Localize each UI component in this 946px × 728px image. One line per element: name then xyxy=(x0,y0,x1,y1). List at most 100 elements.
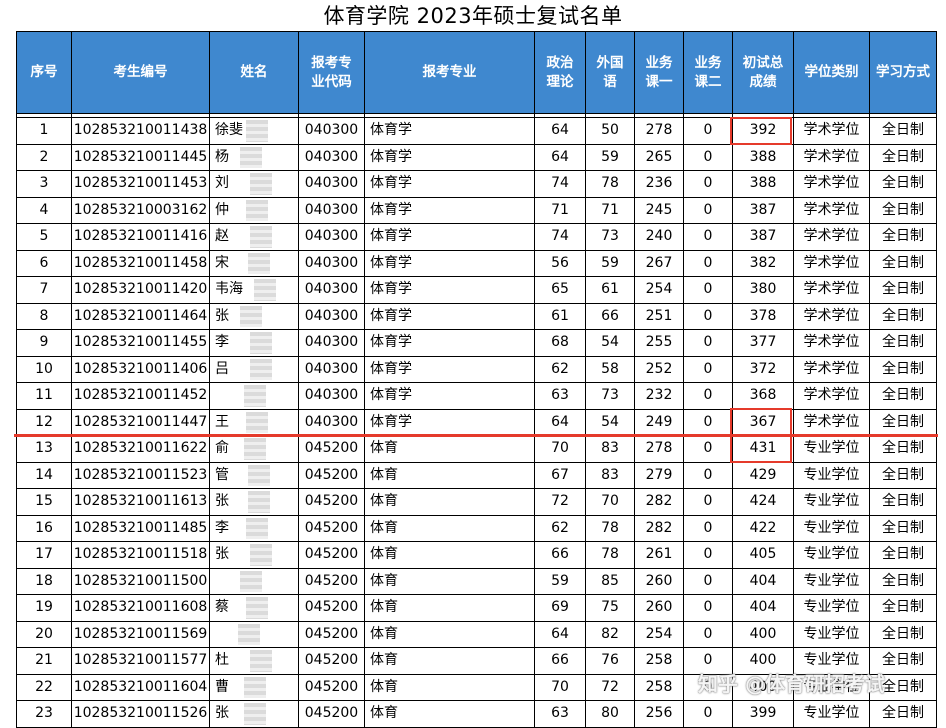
name-text: 李 xyxy=(215,334,229,351)
table-cell: 13 xyxy=(16,435,72,463)
table-cell: 体育学 xyxy=(364,223,535,251)
table-cell: 管 xyxy=(209,461,299,489)
table-cell: 全日制 xyxy=(869,276,937,304)
table-cell: 0 xyxy=(683,302,733,330)
table-cell: 体育学 xyxy=(364,302,535,330)
table-cell: 72 xyxy=(534,488,586,516)
table-cell: 102853210011445 xyxy=(71,143,210,171)
table-cell: 19 xyxy=(16,594,72,622)
table-cell: 102853210011526 xyxy=(71,700,210,728)
table-cell: 0 xyxy=(683,514,733,542)
table-cell: 50 xyxy=(585,117,635,145)
table-cell: 体育 xyxy=(364,700,535,728)
table-cell: 76 xyxy=(585,647,635,675)
section-divider-line xyxy=(14,433,938,437)
table-cell: 102853210011416 xyxy=(71,223,210,251)
table-cell: 专业学位 xyxy=(793,541,870,569)
table-cell: 体育 xyxy=(364,567,535,595)
table-cell: 3 xyxy=(16,170,72,198)
table-cell: 392 xyxy=(732,117,794,145)
column-header-text: 语 xyxy=(603,73,617,90)
table-cell: 102853210011500 xyxy=(71,567,210,595)
table-cell: 4 xyxy=(16,196,72,224)
table-cell: 仲 xyxy=(209,196,299,224)
table-row: 1 102853210011438 徐斐 040300 体育学 64 50 278 0 392 学术… xyxy=(16,117,937,145)
column-header-text: 政治 xyxy=(546,54,574,71)
table-cell: 体育学 xyxy=(364,249,535,277)
table-cell: 蔡 xyxy=(209,594,299,622)
table-cell: 刘 xyxy=(209,170,299,198)
table-cell: 0 xyxy=(683,382,733,410)
table-cell: 8 xyxy=(16,302,72,330)
name-text: 张 xyxy=(215,307,229,324)
column-header-text: 初试总 xyxy=(742,54,784,71)
table-cell: 71 xyxy=(534,196,586,224)
table-cell: 21 xyxy=(16,647,72,675)
column-header: 业务 课一 xyxy=(634,31,684,114)
name-mask xyxy=(244,703,266,725)
table-cell: 0 xyxy=(683,170,733,198)
table-cell: 74 xyxy=(534,170,586,198)
table-cell: 0 xyxy=(683,249,733,277)
table-row: 14 102853210011523 管 045200 体育 67 83 279 0 429 专业学… xyxy=(16,461,937,489)
table-cell: 267 xyxy=(634,249,684,277)
column-header: 业务 课二 xyxy=(683,31,733,114)
table-cell: 258 xyxy=(634,647,684,675)
table-row: 10 102853210011406 吕 040300 体育学 62 58 252 0 372 学术… xyxy=(16,355,937,383)
table-cell: 全日制 xyxy=(869,117,937,145)
table-cell: 0 xyxy=(683,355,733,383)
table-row: 20 102853210011569 045200 体育 64 82 254 0 400 专业学位… xyxy=(16,620,937,648)
table-cell: 045200 xyxy=(298,620,365,648)
table-cell: 045200 xyxy=(298,514,365,542)
table-cell: 66 xyxy=(534,647,586,675)
name-text: 李 xyxy=(215,519,229,536)
name-mask xyxy=(244,438,266,460)
table-cell: 040300 xyxy=(298,196,365,224)
table-cell: 102853210011438 xyxy=(71,117,210,145)
table-cell: 102853210011464 xyxy=(71,302,210,330)
table-cell: 78 xyxy=(585,541,635,569)
table-cell: 0 xyxy=(683,594,733,622)
table-row: 8 102853210011464 张 040300 体育学 61 66 251 0 378 学术学… xyxy=(16,302,937,330)
table-cell: 体育学 xyxy=(364,196,535,224)
table-cell: 431 xyxy=(732,435,794,463)
name-mask xyxy=(246,199,268,221)
name-text: 赵 xyxy=(215,228,229,245)
table-cell: 66 xyxy=(585,302,635,330)
name-mask xyxy=(240,305,262,327)
name-mask xyxy=(250,332,272,354)
table-cell: 1 xyxy=(16,117,72,145)
table-cell: 278 xyxy=(634,435,684,463)
table-cell: 040300 xyxy=(298,117,365,145)
table-cell: 279 xyxy=(634,461,684,489)
name-mask xyxy=(250,173,272,195)
table-cell: 学术学位 xyxy=(793,170,870,198)
table-cell: 体育 xyxy=(364,673,535,701)
table-cell: 体育学 xyxy=(364,117,535,145)
column-header-text: 报考专 xyxy=(311,54,352,71)
table-cell: 73 xyxy=(585,382,635,410)
table-row: 5 102853210011416 赵 040300 体育学 74 73 240 0 387 学术学… xyxy=(16,223,937,251)
name-text: 王 xyxy=(215,413,229,430)
table-cell: 040300 xyxy=(298,382,365,410)
name-mask xyxy=(248,252,270,274)
table-cell: 学术学位 xyxy=(793,329,870,357)
column-header: 报考专业 xyxy=(364,31,535,114)
table-cell: 全日制 xyxy=(869,382,937,410)
name-mask xyxy=(244,676,266,698)
table-cell: 372 xyxy=(732,355,794,383)
table-cell: 59 xyxy=(534,567,586,595)
name-text: 宋 xyxy=(215,254,229,271)
page-title: 体育学院 2023年硕士复试名单 xyxy=(323,4,623,28)
column-header-text: 序号 xyxy=(30,64,58,80)
table-cell: 14 xyxy=(16,461,72,489)
table-cell: 体育 xyxy=(364,435,535,463)
table-cell: 专业学位 xyxy=(793,594,870,622)
table-cell: 040300 xyxy=(298,249,365,277)
table-cell: 64 xyxy=(534,620,586,648)
name-mask xyxy=(254,279,276,301)
table-cell: 0 xyxy=(683,461,733,489)
name-mask xyxy=(250,544,272,566)
column-header: 初试总 成绩 xyxy=(732,31,794,114)
name-text: 杜 xyxy=(215,652,229,669)
